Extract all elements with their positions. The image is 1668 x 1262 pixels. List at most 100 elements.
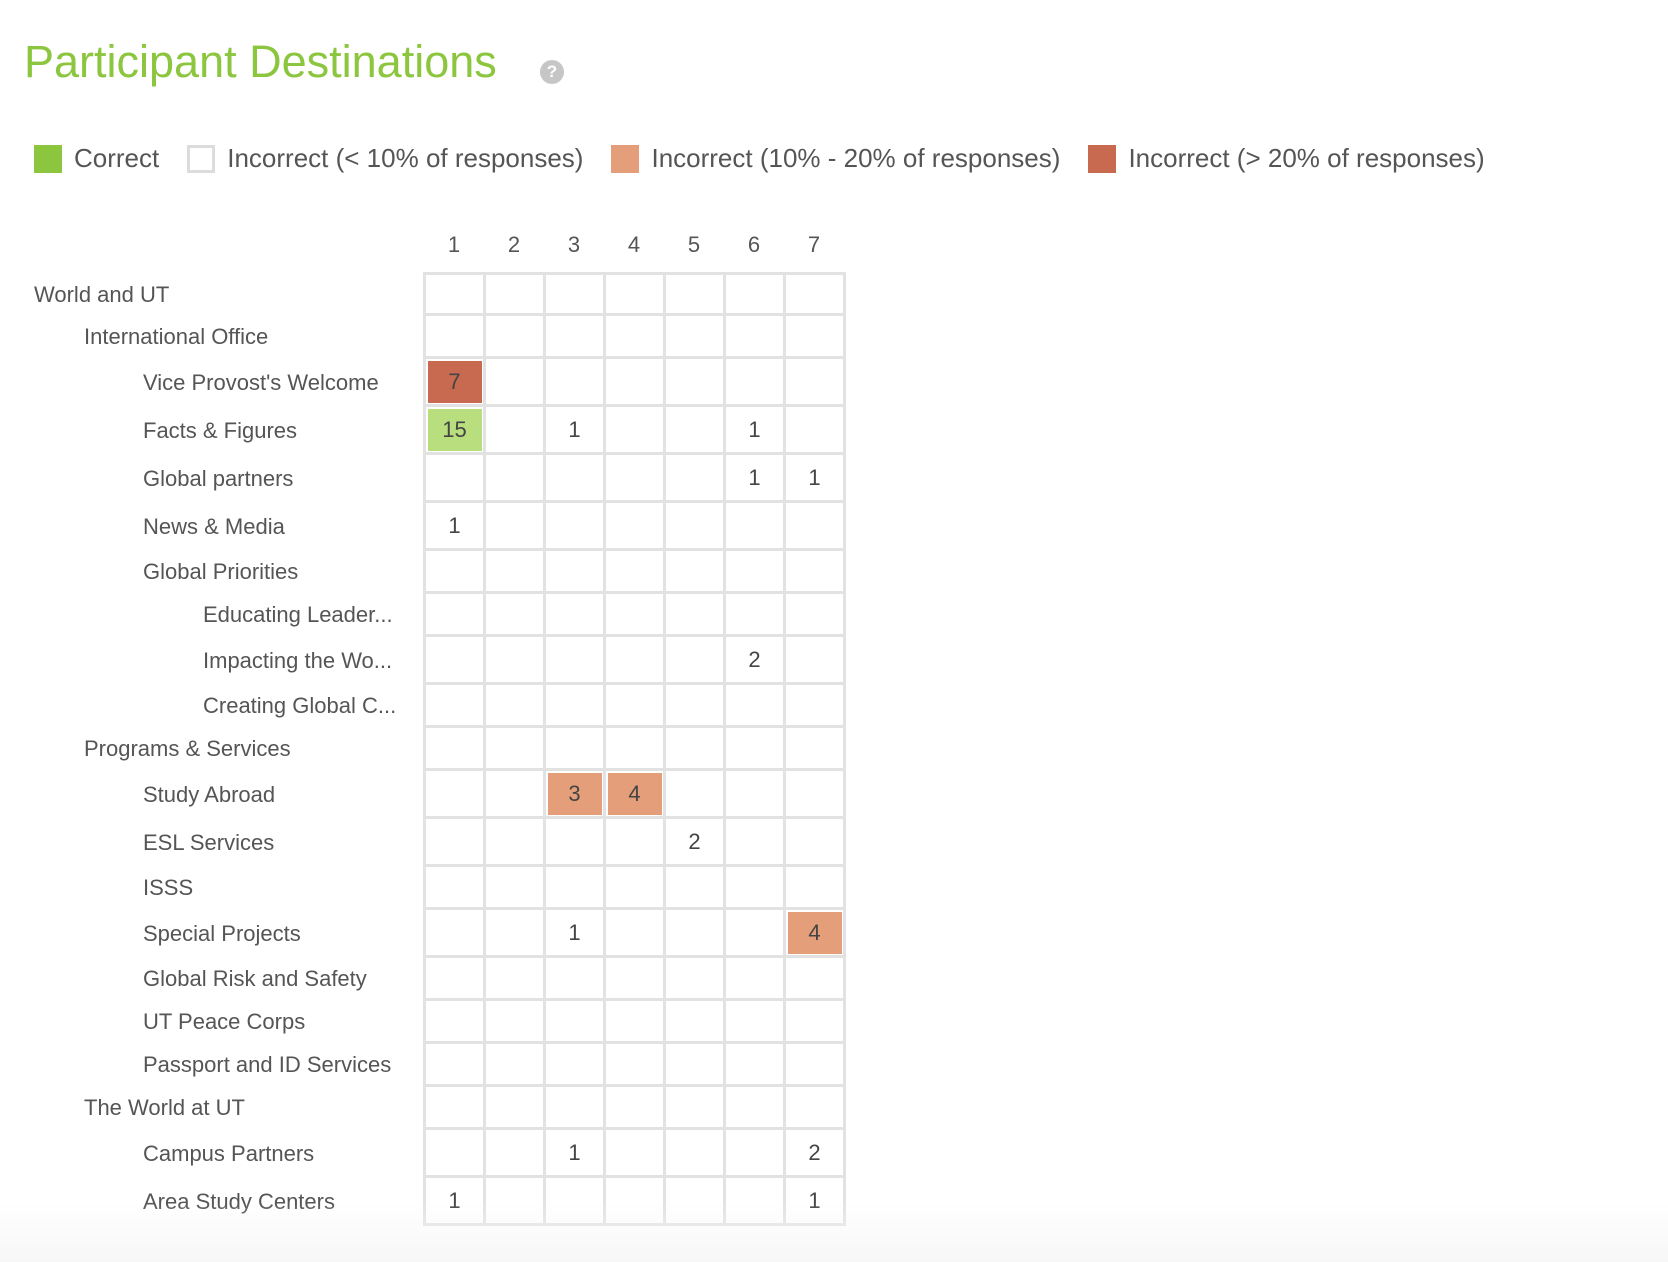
grid-cell[interactable]: 1: [726, 455, 786, 503]
grid-cell[interactable]: [786, 275, 846, 316]
grid-cell[interactable]: [546, 594, 606, 637]
grid-cell[interactable]: [426, 958, 486, 1001]
grid-cell[interactable]: [666, 637, 726, 685]
grid-cell[interactable]: [726, 1178, 786, 1226]
question-circle-icon[interactable]: ?: [540, 60, 564, 84]
grid-cell[interactable]: [786, 1044, 846, 1087]
row-label[interactable]: ISSS: [143, 868, 193, 908]
grid-cell[interactable]: 15: [426, 407, 486, 455]
grid-cell[interactable]: [426, 819, 486, 867]
row-label[interactable]: ESL Services: [143, 820, 274, 865]
grid-cell[interactable]: [606, 359, 666, 407]
grid-cell[interactable]: [666, 503, 726, 551]
grid-cell[interactable]: [606, 819, 666, 867]
grid-cell[interactable]: [606, 1001, 666, 1044]
grid-cell[interactable]: [546, 1044, 606, 1087]
grid-cell[interactable]: [426, 551, 486, 594]
grid-cell[interactable]: 1: [546, 910, 606, 958]
grid-cell[interactable]: [666, 551, 726, 594]
grid-cell[interactable]: [486, 685, 546, 728]
grid-cell[interactable]: [606, 728, 666, 771]
grid-cell[interactable]: [786, 503, 846, 551]
grid-cell[interactable]: [426, 594, 486, 637]
grid-cell[interactable]: [726, 503, 786, 551]
grid-cell[interactable]: [426, 1130, 486, 1178]
grid-cell[interactable]: [726, 359, 786, 407]
grid-cell[interactable]: [426, 771, 486, 819]
row-label[interactable]: Educating Leader...: [203, 595, 393, 635]
grid-cell[interactable]: [546, 275, 606, 316]
grid-cell[interactable]: [486, 551, 546, 594]
row-label[interactable]: Programs & Services: [84, 729, 291, 769]
grid-cell[interactable]: [546, 359, 606, 407]
grid-cell[interactable]: [786, 551, 846, 594]
grid-cell[interactable]: [786, 771, 846, 819]
grid-cell[interactable]: [726, 819, 786, 867]
grid-cell[interactable]: [606, 958, 666, 1001]
row-label[interactable]: World and UT: [34, 276, 169, 314]
grid-cell[interactable]: 4: [606, 771, 666, 819]
grid-cell[interactable]: 1: [726, 407, 786, 455]
grid-cell[interactable]: [666, 455, 726, 503]
grid-cell[interactable]: [726, 685, 786, 728]
grid-cell[interactable]: [666, 910, 726, 958]
grid-cell[interactable]: [666, 275, 726, 316]
row-label[interactable]: Creating Global C...: [203, 686, 396, 726]
row-label[interactable]: Campus Partners: [143, 1131, 314, 1176]
grid-cell[interactable]: [666, 771, 726, 819]
grid-cell[interactable]: [726, 275, 786, 316]
grid-cell[interactable]: [606, 455, 666, 503]
row-label[interactable]: News & Media: [143, 504, 285, 549]
grid-cell[interactable]: [486, 455, 546, 503]
grid-cell[interactable]: [546, 728, 606, 771]
grid-cell[interactable]: [666, 594, 726, 637]
grid-cell[interactable]: [606, 503, 666, 551]
row-label[interactable]: Global Risk and Safety: [143, 959, 367, 999]
grid-cell[interactable]: [726, 728, 786, 771]
grid-cell[interactable]: 1: [786, 1178, 846, 1226]
grid-cell[interactable]: [666, 1001, 726, 1044]
row-label[interactable]: Global partners: [143, 456, 293, 501]
grid-cell[interactable]: [486, 1087, 546, 1130]
grid-cell[interactable]: [606, 594, 666, 637]
grid-cell[interactable]: [606, 275, 666, 316]
grid-cell[interactable]: [486, 958, 546, 1001]
grid-cell[interactable]: [486, 1001, 546, 1044]
grid-cell[interactable]: [426, 867, 486, 910]
grid-cell[interactable]: [666, 359, 726, 407]
row-label[interactable]: Study Abroad: [143, 772, 275, 817]
grid-cell[interactable]: [606, 1087, 666, 1130]
grid-cell[interactable]: [786, 819, 846, 867]
grid-cell[interactable]: [546, 1178, 606, 1226]
grid-cell[interactable]: [666, 1130, 726, 1178]
grid-cell[interactable]: [606, 551, 666, 594]
grid-cell[interactable]: [426, 728, 486, 771]
grid-cell[interactable]: [546, 551, 606, 594]
grid-cell[interactable]: 2: [786, 1130, 846, 1178]
grid-cell[interactable]: [726, 1001, 786, 1044]
grid-cell[interactable]: [606, 1044, 666, 1087]
grid-cell[interactable]: [786, 1087, 846, 1130]
grid-cell[interactable]: [426, 1044, 486, 1087]
grid-cell[interactable]: [666, 1178, 726, 1226]
grid-cell[interactable]: [786, 316, 846, 359]
grid-cell[interactable]: 1: [786, 455, 846, 503]
grid-cell[interactable]: [726, 316, 786, 359]
grid-cell[interactable]: [486, 359, 546, 407]
row-label[interactable]: Global Priorities: [143, 552, 298, 592]
grid-cell[interactable]: [486, 503, 546, 551]
row-label[interactable]: The World at UT: [84, 1088, 245, 1128]
grid-cell[interactable]: [666, 1087, 726, 1130]
grid-cell[interactable]: [606, 1178, 666, 1226]
grid-cell[interactable]: [726, 867, 786, 910]
grid-cell[interactable]: [606, 407, 666, 455]
grid-cell[interactable]: [786, 407, 846, 455]
grid-cell[interactable]: [726, 551, 786, 594]
grid-cell[interactable]: [606, 685, 666, 728]
grid-cell[interactable]: [786, 728, 846, 771]
grid-cell[interactable]: [486, 316, 546, 359]
grid-cell[interactable]: [546, 637, 606, 685]
grid-cell[interactable]: [486, 910, 546, 958]
grid-cell[interactable]: [486, 771, 546, 819]
grid-cell[interactable]: 4: [786, 910, 846, 958]
